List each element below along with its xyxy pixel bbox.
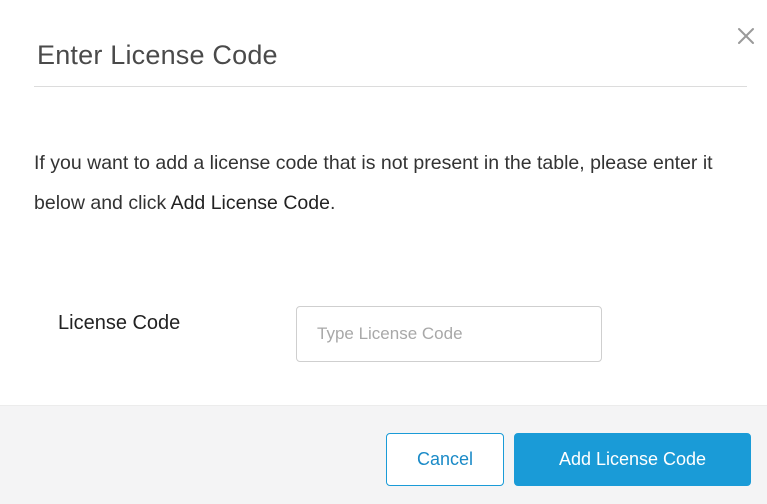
license-code-dialog: Enter License Code If you want to add a … (0, 0, 767, 504)
add-license-code-button[interactable]: Add License Code (514, 433, 751, 486)
message-text: If you want to add a license code that i… (34, 152, 713, 214)
close-button[interactable] (733, 23, 759, 49)
message-emphasis: Add License Code (170, 192, 330, 214)
license-code-input[interactable] (296, 306, 602, 362)
license-code-label: License Code (58, 312, 181, 334)
dialog-footer: Cancel Add License Code (0, 405, 767, 504)
cancel-button[interactable]: Cancel (386, 433, 504, 486)
close-icon (738, 28, 754, 44)
dialog-header: Enter License Code (34, 0, 747, 87)
message-end: . (329, 192, 336, 214)
dialog-title: Enter License Code (37, 40, 278, 70)
dialog-message: If you want to add a license code that i… (34, 143, 734, 223)
